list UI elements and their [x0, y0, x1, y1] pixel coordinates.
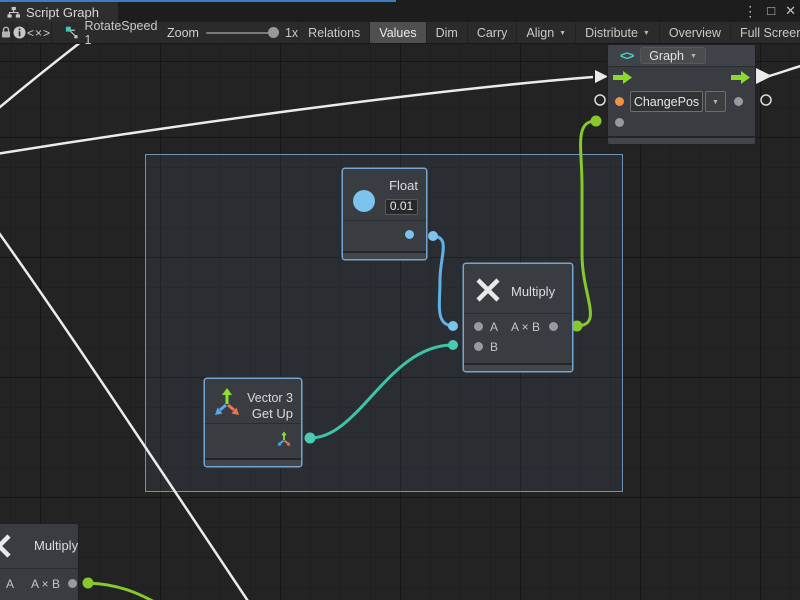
- toggle-values[interactable]: Values: [369, 22, 425, 43]
- node-subtitle: Get Up: [252, 407, 293, 421]
- graph-toolbar: <×> RotateSpeed 1 Zoom 1x Relations Valu…: [0, 22, 800, 44]
- graph-name-label: RotateSpeed 1: [84, 19, 159, 47]
- node-title: Multiply: [34, 539, 78, 553]
- node-title: Multiply: [511, 285, 555, 299]
- window-menu-icon[interactable]: ⋮: [743, 3, 757, 19]
- node-title: Float: [389, 179, 418, 193]
- port-out[interactable]: [549, 322, 558, 331]
- info-icon: [13, 26, 26, 39]
- info-button[interactable]: [13, 22, 27, 43]
- chevron-down-icon: ▼: [643, 29, 650, 37]
- float-value-input[interactable]: 0.01: [385, 199, 418, 215]
- close-icon[interactable]: ✕: [785, 3, 796, 19]
- zoom-slider-handle[interactable]: [268, 27, 279, 38]
- graph-canvas[interactable]: <> Graph ▼ ChangePos ▼: [0, 44, 800, 600]
- toggle-full-screen[interactable]: Full Screen: [730, 22, 800, 43]
- chevron-down-icon: ▼: [559, 29, 566, 37]
- zoom-control: Zoom 1x: [159, 22, 298, 43]
- wire-endpoint-dot: [591, 116, 602, 127]
- port-a-label: A: [6, 578, 14, 590]
- node-subgraph-changepos[interactable]: <> Graph ▼ ChangePos ▼: [607, 44, 756, 145]
- chevron-down-icon: ▼: [712, 98, 719, 106]
- wire-green-multiply2-out[interactable]: [88, 583, 190, 600]
- unconnected-port-ring-left: [595, 95, 605, 105]
- port-vector3-out[interactable]: [276, 431, 292, 447]
- toggle-relations[interactable]: Relations: [298, 22, 369, 43]
- menu-align[interactable]: Align ▼: [516, 22, 575, 43]
- unconnected-port-ring-right: [761, 95, 771, 105]
- port-b-in[interactable]: [474, 342, 483, 351]
- port-float-out[interactable]: [405, 230, 414, 239]
- port-a-in[interactable]: [474, 322, 483, 331]
- float-icon: [353, 190, 375, 212]
- script-graph-window: Script Graph ⋮ □ ✕ <×>: [0, 0, 800, 600]
- wire-white-from-subgraph-out[interactable]: [769, 65, 800, 76]
- node-float[interactable]: Float 0.01: [342, 168, 427, 260]
- node-title: Vector 3: [247, 392, 293, 404]
- node-vector3-getup[interactable]: Vector 3 Get Up: [204, 378, 302, 467]
- port-out[interactable]: [68, 579, 77, 588]
- macro-object-picker[interactable]: ▼: [705, 91, 726, 112]
- node-multiply[interactable]: Multiply A A × B B: [463, 263, 573, 372]
- port-value-in[interactable]: [615, 118, 624, 127]
- node-footer: [343, 251, 426, 259]
- graph-source-dropdown[interactable]: Graph ▼: [640, 47, 706, 64]
- toggle-dim[interactable]: Dim: [426, 22, 467, 43]
- port-value-out[interactable]: [734, 97, 743, 106]
- toggle-overview[interactable]: Overview: [659, 22, 730, 43]
- macro-object-field[interactable]: ChangePos: [630, 91, 703, 112]
- node-footer: [205, 458, 301, 466]
- flow-out-port[interactable]: [731, 71, 751, 84]
- menu-distribute[interactable]: Distribute ▼: [575, 22, 659, 43]
- multiply-icon: [474, 276, 502, 304]
- zoom-value: 1x: [285, 26, 298, 40]
- graph-reference[interactable]: RotateSpeed 1: [52, 22, 159, 43]
- wire-white-topleft[interactable]: [0, 44, 86, 112]
- port-target-in[interactable]: [615, 97, 624, 106]
- graph-node-icon: [65, 25, 78, 40]
- multiply-icon: [0, 532, 13, 560]
- chevron-down-icon: ▼: [690, 52, 697, 60]
- hierarchy-icon: [7, 6, 20, 19]
- toolbar-toggles: Relations Values Dim Carry Align ▼ Distr…: [298, 22, 800, 43]
- port-a-label: A: [490, 321, 498, 333]
- node-footer: [464, 363, 572, 371]
- lock-icon: [0, 26, 12, 39]
- code-view-button[interactable]: <×>: [27, 22, 52, 43]
- wire-arrowhead-out: [756, 68, 772, 84]
- maximize-icon[interactable]: □: [767, 3, 775, 19]
- port-out-label: A × B: [511, 321, 540, 333]
- toggle-carry[interactable]: Carry: [467, 22, 517, 43]
- tab-title: Script Graph: [26, 5, 99, 20]
- flow-in-port[interactable]: [613, 71, 633, 84]
- node-multiply-2[interactable]: Multiply A A × B: [0, 523, 79, 600]
- zoom-slider[interactable]: [206, 32, 278, 34]
- wire-endpoint-dot: [83, 578, 94, 589]
- node-footer: [608, 136, 755, 144]
- port-out-label: A × B: [31, 578, 60, 590]
- wire-white-to-subgraph-in[interactable]: [0, 77, 593, 154]
- port-b-label: B: [490, 341, 498, 353]
- lock-button[interactable]: [0, 22, 13, 43]
- window-controls: ⋮ □ ✕: [743, 3, 796, 19]
- vector3-axes-icon: [212, 387, 242, 417]
- subgraph-brackets-icon: <>: [620, 48, 633, 63]
- zoom-label: Zoom: [167, 26, 199, 40]
